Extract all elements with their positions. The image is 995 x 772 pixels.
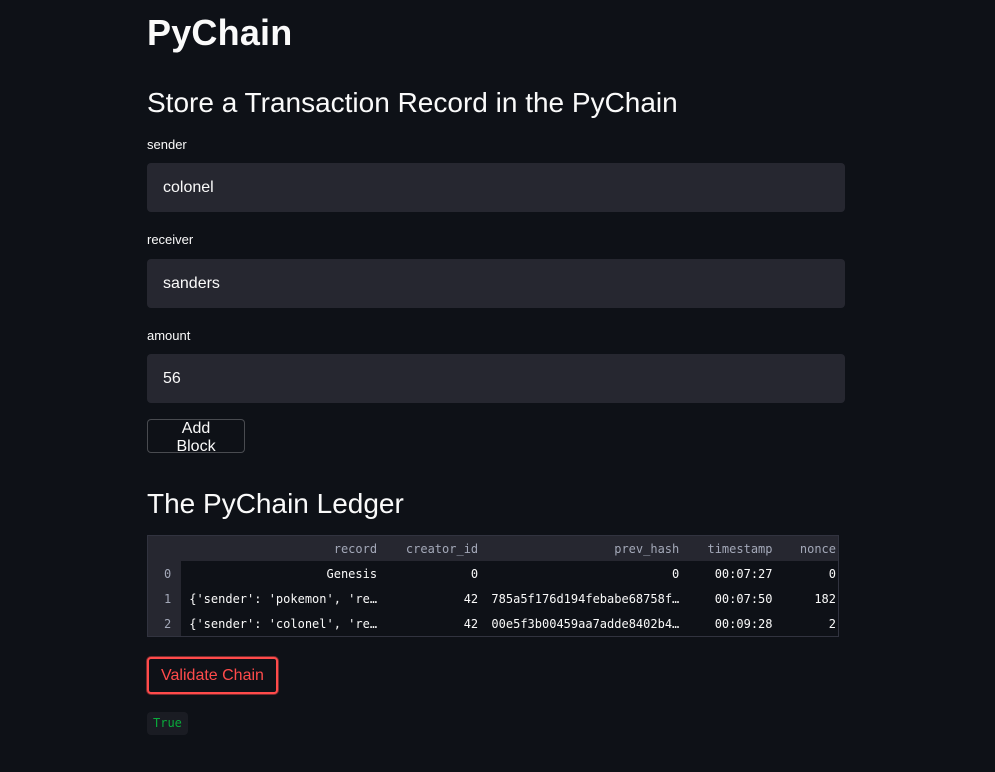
- record-cell[interactable]: {'sender': 'pokemon', 're…: [181, 586, 379, 611]
- validate-chain-button[interactable]: Validate Chain: [147, 657, 278, 694]
- column-header-prev-hash[interactable]: prev_hash: [480, 535, 682, 561]
- record-cell[interactable]: {'sender': 'colonel', 're…: [181, 611, 379, 637]
- table-header-row: record creator_id prev_hash timestamp no…: [147, 535, 839, 561]
- sender-input[interactable]: colonel: [147, 163, 845, 212]
- page-title: PyChain: [147, 12, 293, 53]
- amount-input[interactable]: 56: [147, 354, 845, 403]
- ledger-title: The PyChain Ledger: [147, 488, 404, 519]
- table-row: 0 Genesis 0 0 00:07:27 0: [147, 561, 839, 586]
- form-title: Store a Transaction Record in the PyChai…: [147, 87, 678, 118]
- row-index: 2: [147, 611, 182, 637]
- row-index: 1: [147, 586, 182, 611]
- column-header-nonce[interactable]: nonce: [774, 535, 839, 561]
- column-header-record[interactable]: record: [181, 535, 380, 561]
- receiver-input[interactable]: sanders: [147, 259, 845, 308]
- nonce-cell[interactable]: 0: [775, 561, 839, 586]
- prev-hash-cell[interactable]: 785a5f176d194febabe68758f…: [480, 586, 681, 611]
- creator-id-cell[interactable]: 42: [379, 611, 480, 637]
- nonce-cell[interactable]: 2: [775, 611, 839, 637]
- validation-result: True: [147, 712, 188, 735]
- ledger-table[interactable]: record creator_id prev_hash timestamp no…: [147, 535, 839, 637]
- sender-label: sender: [147, 137, 187, 152]
- creator-id-cell[interactable]: 0: [379, 561, 480, 586]
- row-index: 0: [147, 561, 182, 586]
- column-header-creator-id[interactable]: creator_id: [379, 535, 481, 561]
- add-block-button[interactable]: Add Block: [147, 419, 245, 455]
- receiver-label: receiver: [147, 232, 194, 247]
- timestamp-cell[interactable]: 00:09:28: [681, 611, 774, 637]
- prev-hash-cell[interactable]: 0: [480, 561, 681, 586]
- amount-label: amount: [147, 328, 191, 343]
- table-row: 1 {'sender': 'pokemon', 're… 42 785a5f17…: [147, 586, 839, 611]
- record-cell[interactable]: Genesis: [181, 561, 379, 586]
- timestamp-cell[interactable]: 00:07:27: [681, 561, 774, 586]
- column-header-index: [147, 535, 182, 561]
- column-header-timestamp[interactable]: timestamp: [681, 535, 775, 561]
- table-row: 2 {'sender': 'colonel', 're… 42 00e5f3b0…: [147, 611, 839, 637]
- creator-id-cell[interactable]: 42: [379, 586, 480, 611]
- nonce-cell[interactable]: 182: [775, 586, 839, 611]
- prev-hash-cell[interactable]: 00e5f3b00459aa7adde8402b4…: [480, 611, 681, 637]
- timestamp-cell[interactable]: 00:07:50: [681, 586, 774, 611]
